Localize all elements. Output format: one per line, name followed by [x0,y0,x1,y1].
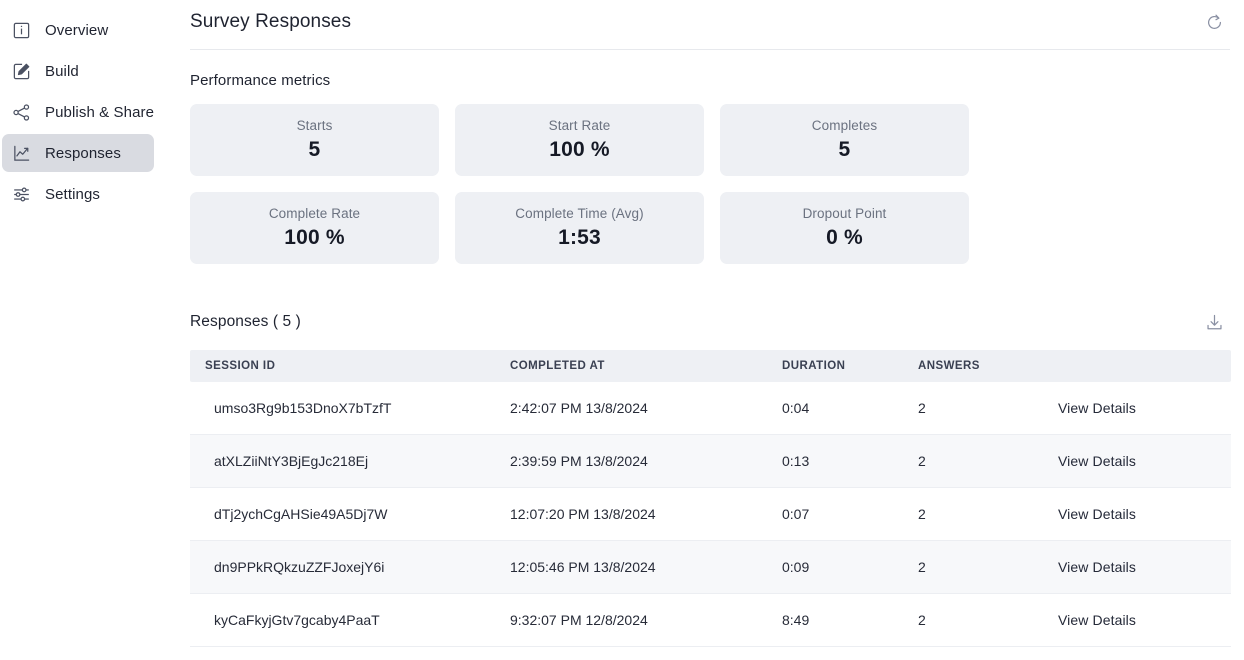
cell-completed-at: 12:07:20 PM 13/8/2024 [510,506,656,522]
share-icon [12,103,31,122]
page-header: Survey Responses [190,8,1230,50]
metric-card-complete-time-avg: Complete Time (Avg) 1:53 [455,192,704,264]
main-content: Survey Responses Performance metrics Sta… [190,0,1244,660]
metric-value: 0 % [826,226,863,249]
cell-answers: 2 [918,559,926,575]
pencil-icon [12,62,31,81]
view-details-link[interactable]: View Details [1058,559,1136,575]
refresh-button[interactable] [1200,8,1228,36]
sidebar-item-label: Settings [45,185,100,203]
cell-answers: 2 [918,453,926,469]
metric-label: Complete Rate [268,206,361,221]
metric-card-completes: Completes 5 [720,104,969,176]
column-header-session-id: SESSION ID [205,360,276,372]
sidebar-item-overview[interactable]: Overview [2,11,154,49]
table-row[interactable]: atXLZiiNtY3BjEgJc218Ej 2:39:59 PM 13/8/2… [190,435,1231,488]
view-details-link[interactable]: View Details [1058,400,1136,416]
metric-label: Dropout Point [802,206,887,221]
sidebar-item-responses[interactable]: Responses [2,134,154,172]
cell-session-id: umso3Rg9b153DnoX7bTzfT [214,400,392,416]
cell-duration: 8:49 [782,612,810,628]
metric-value: 5 [838,138,851,161]
responses-title: Responses ( 5 ) [190,313,301,330]
metric-label: Starts [296,118,333,133]
sidebar-item-label: Overview [45,21,109,39]
table-row[interactable]: umso3Rg9b153DnoX7bTzfT 2:42:07 PM 13/8/2… [190,382,1231,435]
cell-duration: 0:07 [782,506,810,522]
table-row[interactable]: kyCaFkyjGtv7gcaby4PaaT 9:32:07 PM 12/8/2… [190,594,1231,647]
metric-card-start-rate: Start Rate 100 % [455,104,704,176]
metric-value: 100 % [284,226,345,249]
metric-label: Complete Time (Avg) [515,206,644,221]
cell-session-id: atXLZiiNtY3BjEgJc218Ej [214,453,369,469]
column-header-completed-at: COMPLETED AT [510,360,605,372]
cell-answers: 2 [918,506,926,522]
responses-table: SESSION ID COMPLETED AT DURATION ANSWERS… [190,350,1231,647]
app-root: Overview Build Publish & Share Responses… [0,0,1244,660]
cell-duration: 0:04 [782,400,810,416]
table-row[interactable]: dTj2ychCgAHSie49A5Dj7W 12:07:20 PM 13/8/… [190,488,1231,541]
table-row[interactable]: dn9PPkRQkzuZZFJoxejY6i 12:05:46 PM 13/8/… [190,541,1231,594]
view-details-link[interactable]: View Details [1058,612,1136,628]
cell-session-id: kyCaFkyjGtv7gcaby4PaaT [214,612,380,628]
sidebar-item-label: Publish & Share [45,103,155,121]
metric-label: Start Rate [548,118,611,133]
download-button[interactable] [1200,308,1228,336]
view-details-link[interactable]: View Details [1058,506,1136,522]
metric-label: Completes [811,118,878,133]
table-header-row: SESSION ID COMPLETED AT DURATION ANSWERS [190,350,1231,382]
sidebar-item-settings[interactable]: Settings [2,175,154,213]
cell-answers: 2 [918,612,926,628]
cell-completed-at: 12:05:46 PM 13/8/2024 [510,559,656,575]
responses-header: Responses ( 5 ) [190,308,1230,336]
cell-duration: 0:09 [782,559,810,575]
table-body: umso3Rg9b153DnoX7bTzfT 2:42:07 PM 13/8/2… [190,382,1231,647]
cell-completed-at: 2:39:59 PM 13/8/2024 [510,453,648,469]
cell-completed-at: 2:42:07 PM 13/8/2024 [510,400,648,416]
metric-card-complete-rate: Complete Rate 100 % [190,192,439,264]
performance-metrics-title: Performance metrics [190,72,331,89]
metric-card-starts: Starts 5 [190,104,439,176]
refresh-icon [1205,13,1224,32]
cell-answers: 2 [918,400,926,416]
page-title: Survey Responses [190,11,352,32]
download-icon [1205,313,1224,332]
line-chart-icon [12,144,31,163]
sidebar-item-build[interactable]: Build [2,52,154,90]
info-icon [12,21,31,40]
metric-card-dropout-point: Dropout Point 0 % [720,192,969,264]
cell-session-id: dTj2ychCgAHSie49A5Dj7W [214,506,388,522]
sidebar-item-publish-share[interactable]: Publish & Share [2,93,154,131]
view-details-link[interactable]: View Details [1058,453,1136,469]
cell-duration: 0:13 [782,453,810,469]
cell-completed-at: 9:32:07 PM 12/8/2024 [510,612,648,628]
sidebar: Overview Build Publish & Share Responses… [0,0,190,660]
metric-value: 100 % [549,138,610,161]
sidebar-item-label: Build [45,62,79,80]
cell-session-id: dn9PPkRQkzuZZFJoxejY6i [214,559,385,575]
sidebar-item-label: Responses [45,144,121,162]
metric-value: 5 [308,138,321,161]
metric-value: 1:53 [558,226,601,249]
column-header-answers: ANSWERS [918,360,980,372]
column-header-duration: DURATION [782,360,846,372]
metrics-grid: Starts 5 Start Rate 100 % Completes 5 Co… [190,104,1230,264]
sliders-icon [12,185,31,204]
